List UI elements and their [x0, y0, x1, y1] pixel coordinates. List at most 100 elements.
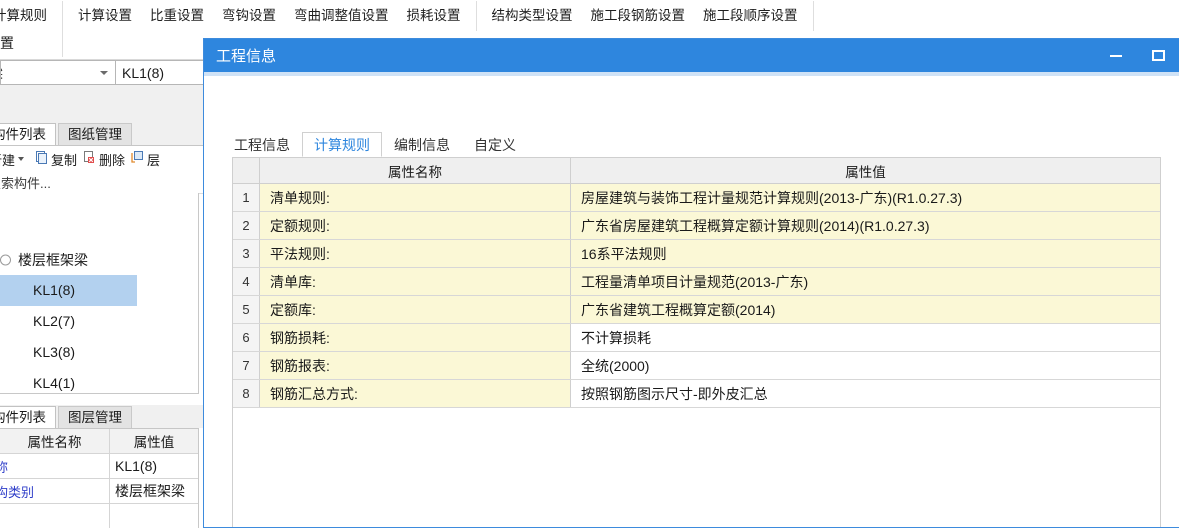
property-grid: 属性名称 属性值 名称 KL1(8) 结构类别 楼层框架梁 — [0, 428, 199, 528]
tab-component-list[interactable]: 构件列表 — [0, 123, 56, 145]
row-property-value[interactable]: 房屋建筑与装饰工程计量规范计算规则(2013-广东)(R1.0.27.3) — [571, 184, 1160, 211]
maximize-button[interactable] — [1137, 39, 1179, 72]
layer-icon — [131, 151, 144, 167]
ribbon-separator-3 — [812, 0, 814, 31]
component-toolbar-layer-label: 层 — [147, 152, 161, 168]
row-property-value[interactable]: 广东省房屋建筑工程概算定额计算规则(2014)(R1.0.27.3) — [571, 212, 1160, 239]
row-property-value[interactable]: 不计算损耗 — [571, 324, 1160, 351]
row-index: 3 — [233, 240, 260, 267]
ribbon-item-hook-settings[interactable]: 弯钩设置 — [213, 1, 285, 31]
table-row[interactable]: 3 平法规则: 16系平法规则 — [233, 240, 1160, 268]
tab-layer-manage[interactable]: 图层管理 — [58, 406, 132, 428]
row-index: 6 — [233, 324, 260, 351]
property-panel-tabs: 构件列表 图层管理 — [0, 405, 206, 428]
row-property-name: 清单库: — [260, 268, 571, 295]
row-property-name: 钢筋报表: — [260, 352, 571, 379]
row-index: 1 — [233, 184, 260, 211]
tree-group-floor-frame-beam[interactable]: 楼层框架梁 — [0, 245, 198, 275]
property-grid-header: 属性名称 属性值 — [0, 429, 198, 454]
copy-button[interactable]: 复制 — [32, 150, 80, 169]
secondary-toolbar-separator — [62, 31, 63, 57]
table-row[interactable]: 6 钢筋损耗: 不计算损耗 — [233, 324, 1160, 352]
maximize-icon — [1151, 50, 1165, 61]
component-toolbar-delete-label: 删除 — [99, 152, 126, 168]
ribbon-item-structure-type-settings[interactable]: 结构类型设置 — [483, 1, 582, 31]
tab-project-info[interactable]: 工程信息 — [222, 132, 302, 157]
tree-item-kl2[interactable]: KL2(7) — [0, 306, 198, 337]
property-name: 名称 — [0, 457, 8, 476]
row-property-value[interactable]: 广东省建筑工程概算定额(2014) — [571, 296, 1160, 323]
table-row[interactable]: 7 钢筋报表: 全统(2000) — [233, 352, 1160, 380]
table-row[interactable]: 8 钢筋汇总方式: 按照钢筋图示尺寸-即外皮汇总 — [233, 380, 1160, 408]
secondary-toolbar-label: 设置 — [0, 35, 14, 51]
row-property-name: 钢筋损耗: — [260, 324, 571, 351]
delete-icon — [83, 151, 96, 167]
row-property-name: 定额规则: — [260, 212, 571, 239]
expander-icon[interactable] — [0, 254, 11, 266]
property-value[interactable]: 楼层框架梁 — [110, 479, 198, 503]
layer-button[interactable]: 层 — [128, 150, 163, 169]
component-name-input[interactable]: KL1(8) — [116, 60, 206, 85]
tab-compile-info[interactable]: 编制信息 — [382, 132, 462, 157]
dialog-body: 工程信息 计算规则 编制信息 自定义 属性名称 属性值 1 清单规则: 房屋建筑… — [204, 76, 1179, 527]
property-grid-col-name: 属性名称 — [0, 429, 110, 453]
table-row[interactable]: 4 清单库: 工程量清单项目计量规范(2013-广东) — [233, 268, 1160, 296]
calc-rule-grid: 属性名称 属性值 1 清单规则: 房屋建筑与装饰工程计量规范计算规则(2013-… — [232, 157, 1161, 527]
copy-icon — [35, 151, 48, 167]
tab-custom[interactable]: 自定义 — [462, 132, 528, 157]
property-name: 结构类别 — [0, 484, 35, 500]
table-row[interactable]: 2 定额规则: 广东省房屋建筑工程概算定额计算规则(2014)(R1.0.27.… — [233, 212, 1160, 240]
ribbon-item-bend-adjust-settings[interactable]: 弯曲调整值设置 — [285, 1, 398, 31]
ribbon-item-weight-settings[interactable]: 比重设置 — [141, 1, 213, 31]
ribbon-item-section-rebar-settings[interactable]: 施工段钢筋设置 — [582, 1, 695, 31]
component-toolbar: 新建 复制 删除 层 — [0, 145, 206, 172]
tree-item-kl1[interactable]: KL1(8) — [0, 275, 137, 306]
component-selector-row: 梁 KL1(8) — [0, 60, 206, 85]
property-grid-col-value: 属性值 — [133, 435, 175, 450]
new-button[interactable]: 新建 — [0, 150, 32, 169]
tree-group-label: 楼层框架梁 — [18, 252, 88, 268]
dialog-tabs: 工程信息 计算规则 编制信息 自定义 — [222, 131, 528, 157]
row-index: 2 — [233, 212, 260, 239]
minimize-button[interactable] — [1095, 39, 1137, 72]
ribbon-toolbar: 计算规则 计算设置 比重设置 弯钩设置 弯曲调整值设置 损耗设置 结构类型设置 … — [0, 0, 1179, 32]
ribbon-item-calc-rule[interactable]: 计算规则 — [0, 1, 56, 31]
grid-col-property-value: 属性值 — [845, 164, 886, 180]
table-row[interactable]: 1 清单规则: 房屋建筑与装饰工程计量规范计算规则(2013-广东)(R1.0.… — [233, 184, 1160, 212]
tab-calc-rule[interactable]: 计算规则 — [302, 132, 382, 157]
chevron-down-icon — [18, 157, 25, 161]
component-toolbar-new-label: 新建 — [0, 152, 16, 168]
component-panel-tabs: 构件列表 图纸管理 — [0, 122, 206, 145]
delete-button[interactable]: 删除 — [80, 150, 128, 169]
component-tree: 楼层框架梁 KL1(8) KL2(7) KL3(8) KL4(1) — [0, 193, 199, 394]
row-index: 4 — [233, 268, 260, 295]
dialog-titlebar: 工程信息 — [204, 39, 1179, 72]
tab-property-list[interactable]: 构件列表 — [0, 406, 56, 428]
ribbon-item-calc-settings[interactable]: 计算设置 — [69, 1, 141, 31]
row-property-value[interactable]: 全统(2000) — [571, 352, 1160, 379]
property-grid-row[interactable]: 结构类别 楼层框架梁 — [0, 479, 198, 504]
table-row[interactable]: 5 定额库: 广东省建筑工程概算定额(2014) — [233, 296, 1160, 324]
ribbon-item-loss-settings[interactable]: 损耗设置 — [398, 1, 470, 31]
ribbon-item-section-order-settings[interactable]: 施工段顺序设置 — [694, 1, 807, 31]
tree-item-kl3[interactable]: KL3(8) — [0, 337, 198, 368]
ribbon-separator-2 — [475, 0, 477, 31]
component-toolbar-copy-label: 复制 — [51, 152, 78, 168]
row-property-value[interactable]: 16系平法规则 — [571, 240, 1160, 267]
property-grid-row-empty — [0, 504, 198, 528]
row-index: 5 — [233, 296, 260, 323]
property-grid-row[interactable]: 名称 KL1(8) — [0, 454, 198, 479]
row-property-name: 平法规则: — [260, 240, 571, 267]
component-type-value: 梁 — [1, 63, 3, 83]
property-value[interactable]: KL1(8) — [110, 454, 198, 478]
row-property-value[interactable]: 工程量清单项目计量规范(2013-广东) — [571, 268, 1160, 295]
tab-drawing-manage[interactable]: 图纸管理 — [58, 123, 132, 145]
tree-item-kl4[interactable]: KL4(1) — [0, 368, 198, 393]
component-type-select[interactable]: 梁 — [0, 60, 116, 85]
row-property-name: 清单规则: — [260, 184, 571, 211]
ribbon-separator — [62, 0, 63, 31]
component-filter-row[interactable]: 搜索构件... — [0, 171, 206, 194]
row-index: 8 — [233, 380, 260, 407]
row-property-value[interactable]: 按照钢筋图示尺寸-即外皮汇总 — [571, 380, 1160, 407]
minimize-icon — [1110, 54, 1122, 57]
